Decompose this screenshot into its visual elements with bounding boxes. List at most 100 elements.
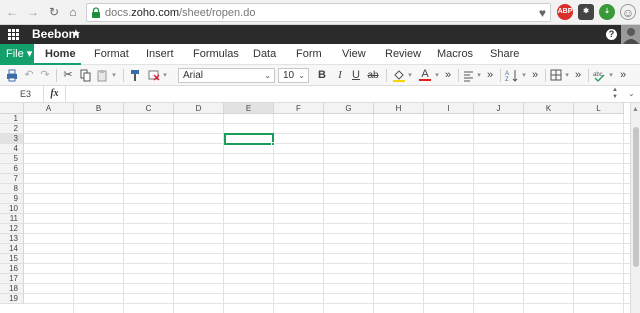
underline-button[interactable]: U	[351, 69, 361, 82]
column-header-c[interactable]: C	[124, 103, 174, 114]
redo-icon[interactable]: ↷	[40, 69, 50, 82]
more-data-icon[interactable]: »	[530, 69, 540, 82]
more-tools-icon[interactable]: »	[618, 69, 628, 82]
row-header-11[interactable]: 11	[0, 214, 24, 224]
column-header-h[interactable]: H	[374, 103, 424, 114]
tab-form[interactable]: Form	[296, 44, 322, 65]
sort-az-icon[interactable]: A Z	[505, 69, 519, 82]
clear-format-icon[interactable]	[148, 69, 160, 82]
row-header-16[interactable]: 16	[0, 264, 24, 274]
row-header-18[interactable]: 18	[0, 284, 24, 294]
column-header-j[interactable]: J	[474, 103, 524, 114]
undo-icon[interactable]: ↶	[24, 69, 34, 82]
font-color-dropdown-icon[interactable]: ▾	[433, 69, 441, 82]
tab-data[interactable]: Data	[253, 44, 276, 65]
paste-dropdown-icon[interactable]: ▾	[110, 69, 118, 82]
puzzle-extension-icon[interactable]: ✱	[578, 4, 594, 20]
align-left-icon[interactable]	[463, 69, 474, 82]
print-icon[interactable]	[6, 69, 18, 82]
vertical-scrollbar[interactable]: ▲	[630, 103, 640, 313]
font-color-button[interactable]: A	[419, 69, 431, 81]
formula-input[interactable]	[70, 88, 605, 100]
row-header-10[interactable]: 10	[0, 204, 24, 214]
reload-icon[interactable]: ↻	[47, 5, 61, 19]
paste-icon[interactable]	[97, 69, 108, 82]
row-header-5[interactable]: 5	[0, 154, 24, 164]
user-avatar[interactable]	[621, 25, 640, 44]
bold-button[interactable]: B	[317, 69, 327, 82]
sort-dropdown-icon[interactable]: ▾	[520, 69, 528, 82]
borders-icon[interactable]	[550, 69, 562, 82]
fill-color-dropdown-icon[interactable]: ▾	[406, 69, 414, 82]
more-borders-icon[interactable]: »	[573, 69, 583, 82]
copy-icon[interactable]	[80, 69, 91, 82]
column-header-k[interactable]: K	[524, 103, 574, 114]
fill-handle[interactable]	[271, 142, 275, 146]
spell-check-icon[interactable]: abc	[593, 69, 607, 82]
name-box[interactable]: E3	[0, 86, 44, 102]
row-header-15[interactable]: 15	[0, 254, 24, 264]
format-painter-icon[interactable]	[130, 69, 141, 82]
scroll-thumb[interactable]	[633, 127, 639, 267]
font-family-select[interactable]: Arial ⌄	[178, 68, 275, 83]
row-header-14[interactable]: 14	[0, 244, 24, 254]
tab-formulas[interactable]: Formulas	[193, 44, 239, 65]
row-header-6[interactable]: 6	[0, 164, 24, 174]
spreadsheet-grid[interactable]: A B C D E F G H I J K L 1 2 3 4 5 6 7 8 9 10 11 12 13 14 15 16 17 18 1…	[0, 103, 630, 313]
row-header-9[interactable]: 9	[0, 194, 24, 204]
font-size-select[interactable]: 10 ⌄	[278, 68, 309, 83]
row-header-1[interactable]: 1	[0, 114, 24, 124]
align-dropdown-icon[interactable]: ▾	[475, 69, 483, 82]
cut-icon[interactable]: ✂	[63, 69, 73, 82]
row-header-17[interactable]: 17	[0, 274, 24, 284]
help-icon[interactable]: ?	[606, 29, 617, 40]
select-all-corner[interactable]	[0, 103, 24, 114]
row-header-13[interactable]: 13	[0, 234, 24, 244]
address-bar[interactable]: docs.zoho.com/sheet/ropen.do ♥	[86, 3, 551, 22]
formula-scroll-icon[interactable]: ▲ ▼	[612, 87, 618, 101]
fx-button[interactable]: fx	[44, 86, 66, 102]
back-icon[interactable]: ←	[5, 5, 19, 19]
row-header-3[interactable]: 3	[0, 134, 24, 144]
column-header-f[interactable]: F	[274, 103, 324, 114]
row-header-7[interactable]: 7	[0, 174, 24, 184]
file-menu-button[interactable]: File ▾	[0, 44, 34, 65]
column-header-e[interactable]: E	[224, 103, 274, 114]
column-header-a[interactable]: A	[24, 103, 74, 114]
more-format-icon[interactable]: »	[443, 69, 453, 82]
row-header-12[interactable]: 12	[0, 224, 24, 234]
tab-share[interactable]: Share	[490, 44, 519, 65]
column-header-g[interactable]: G	[324, 103, 374, 114]
row-header-8[interactable]: 8	[0, 184, 24, 194]
tab-view[interactable]: View	[342, 44, 366, 65]
column-header-d[interactable]: D	[174, 103, 224, 114]
forward-icon[interactable]: →	[26, 5, 40, 19]
row-header-2[interactable]: 2	[0, 124, 24, 134]
expand-formula-icon[interactable]: ⌄	[628, 88, 635, 100]
bookmark-heart-icon[interactable]: ♥	[539, 6, 546, 20]
spell-dropdown-icon[interactable]: ▾	[607, 69, 615, 82]
italic-button[interactable]: I	[335, 69, 345, 82]
more-align-icon[interactable]: »	[485, 69, 495, 82]
borders-dropdown-icon[interactable]: ▾	[563, 69, 571, 82]
adblock-extension-icon[interactable]: ABP	[557, 4, 573, 20]
clear-dropdown-icon[interactable]: ▾	[161, 69, 169, 82]
column-header-b[interactable]: B	[74, 103, 124, 114]
tab-insert[interactable]: Insert	[146, 44, 174, 65]
selected-cell[interactable]	[224, 133, 274, 145]
row-header-4[interactable]: 4	[0, 144, 24, 154]
tab-macros[interactable]: Macros	[437, 44, 473, 65]
fill-color-icon[interactable]	[393, 69, 405, 82]
update-extension-icon[interactable]: ⇣	[599, 4, 615, 20]
tab-format[interactable]: Format	[94, 44, 129, 65]
strikethrough-button[interactable]: ab	[367, 69, 379, 82]
favorite-star-icon[interactable]: ★	[71, 27, 81, 41]
home-icon[interactable]: ⌂	[66, 5, 80, 19]
tab-home[interactable]: Home	[45, 44, 76, 65]
row-header-19[interactable]: 19	[0, 294, 24, 304]
tab-review[interactable]: Review	[385, 44, 421, 65]
profile-icon[interactable]: ☺	[620, 4, 636, 20]
column-header-i[interactable]: I	[424, 103, 474, 114]
column-header-l[interactable]: L	[574, 103, 624, 114]
scroll-up-icon[interactable]: ▲	[632, 106, 639, 113]
